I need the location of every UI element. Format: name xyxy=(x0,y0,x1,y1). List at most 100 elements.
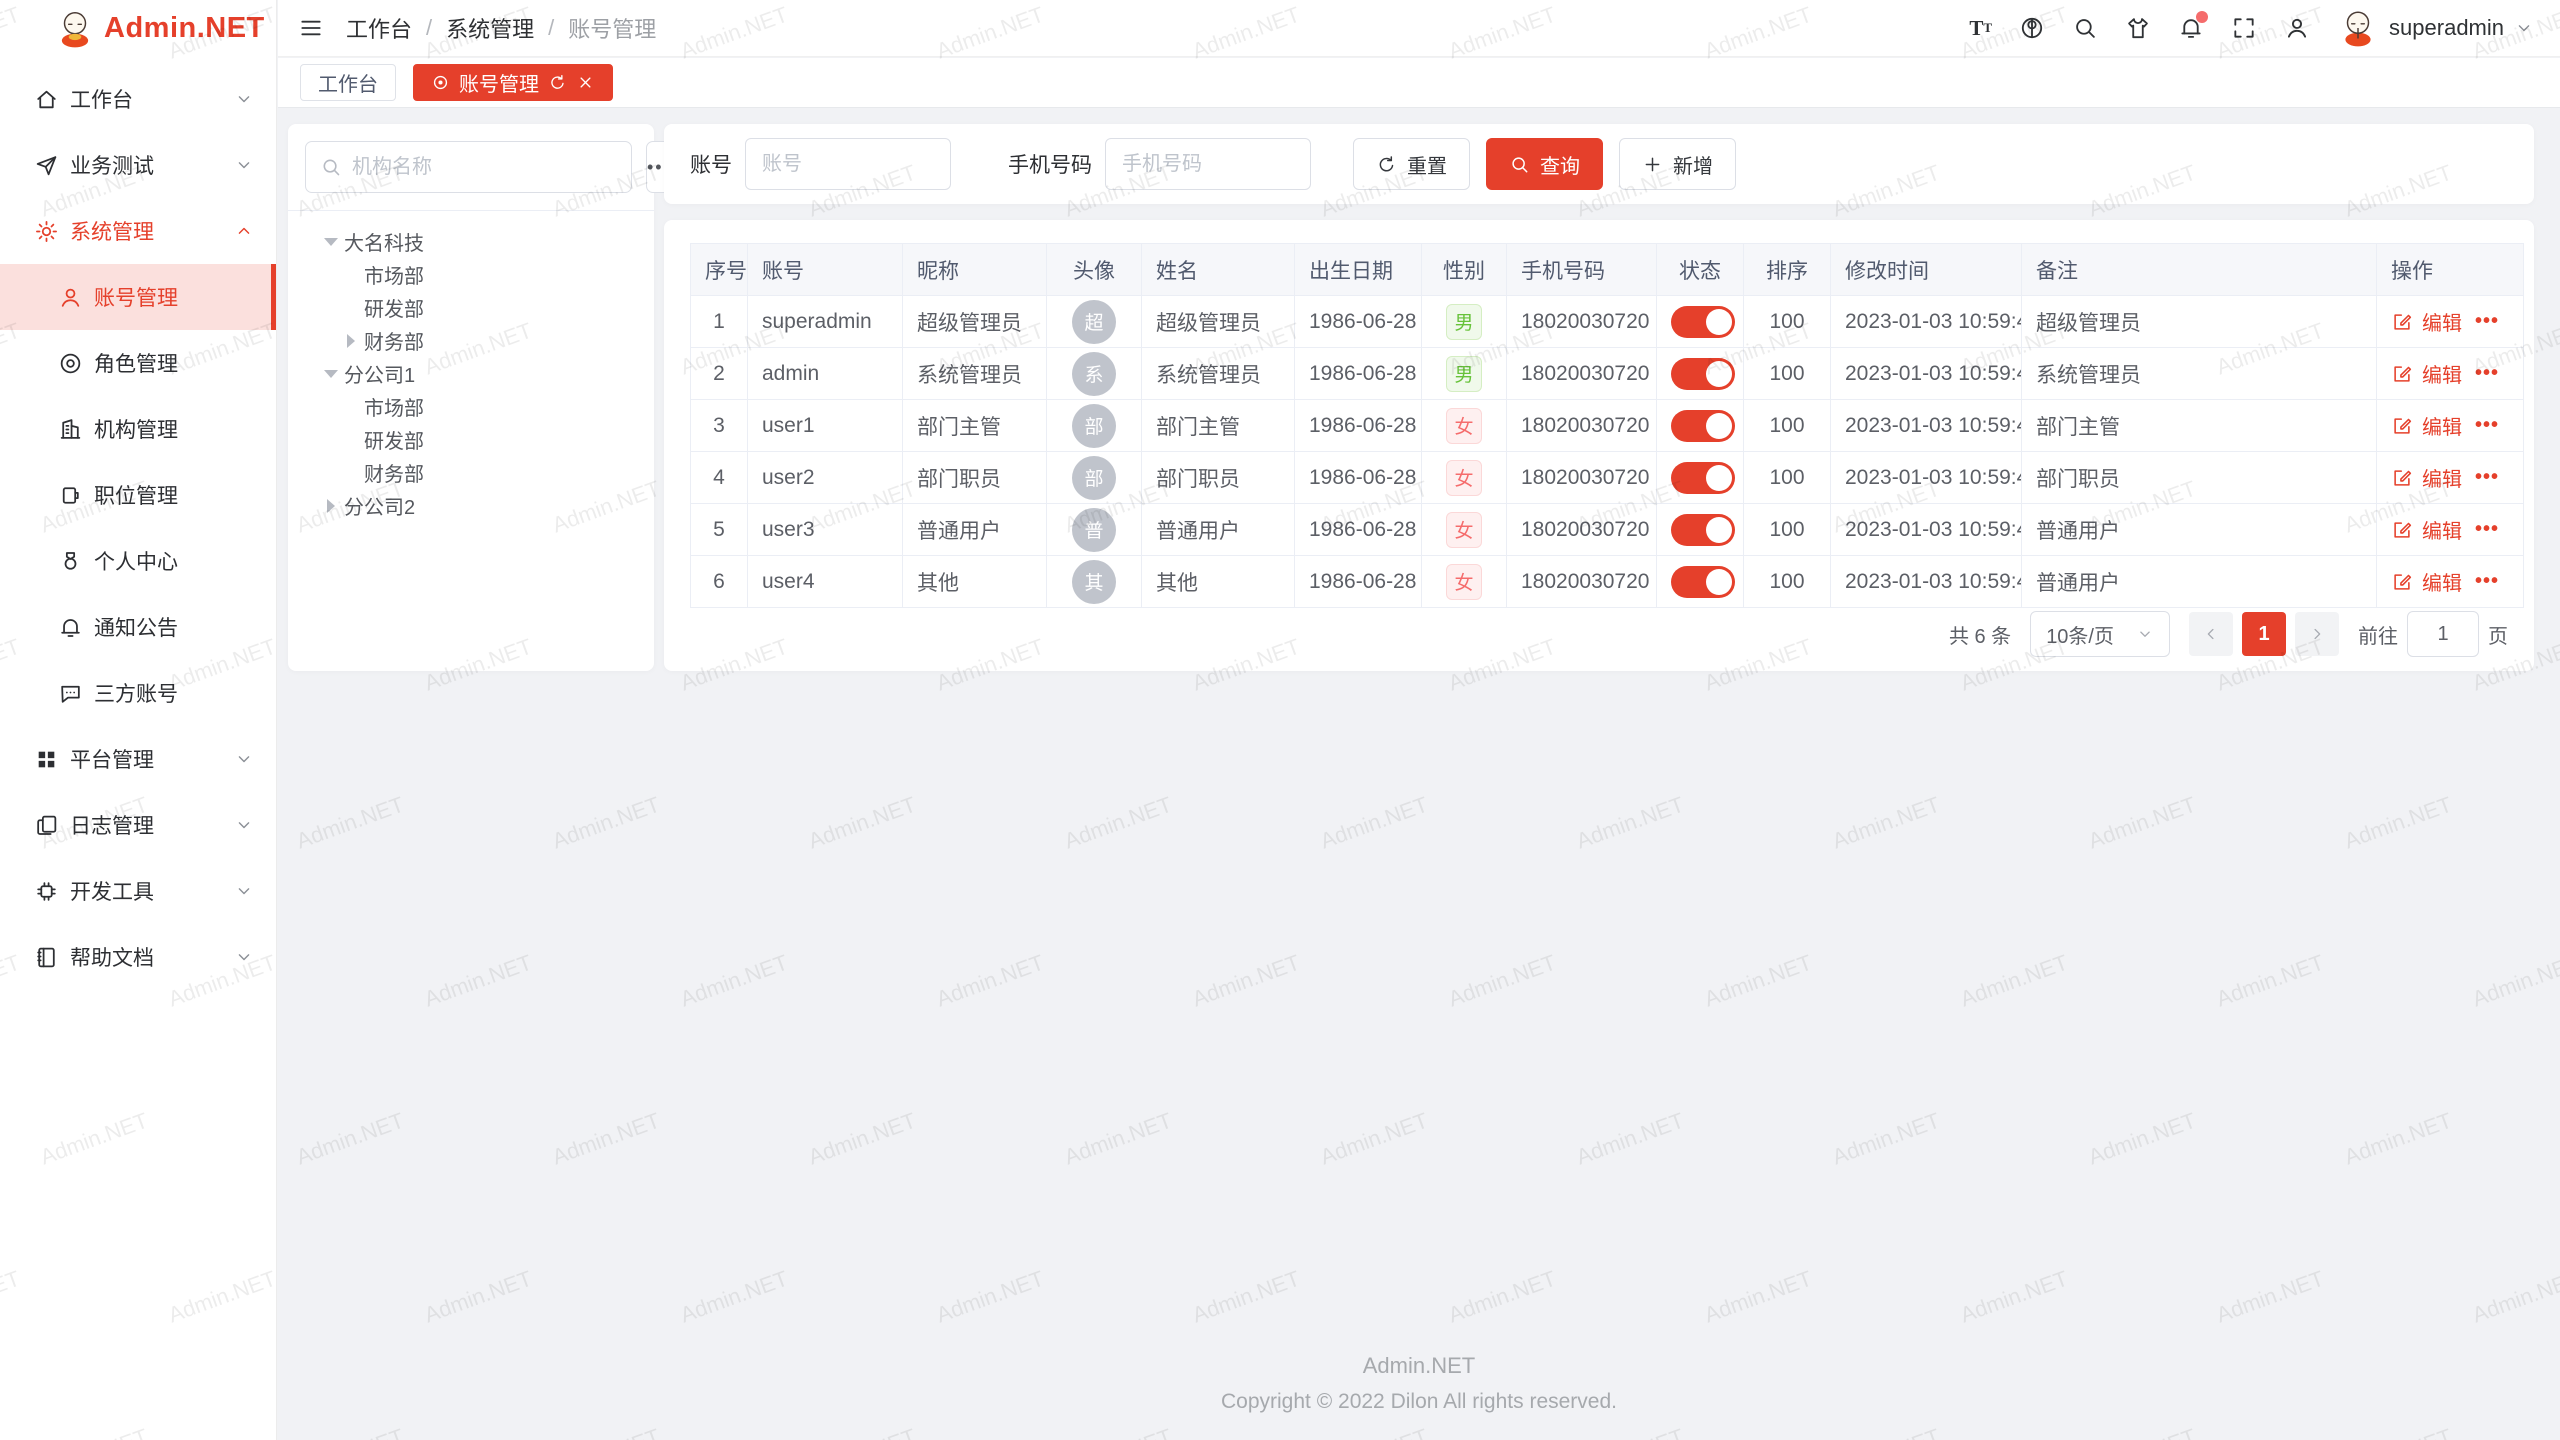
add-button[interactable]: 新增 xyxy=(1619,138,1736,190)
bell-icon xyxy=(58,615,83,640)
cell-index: 5 xyxy=(691,504,748,556)
sidebar-subitem-机构管理[interactable]: 机构管理 xyxy=(0,396,276,462)
edit-icon[interactable] xyxy=(2391,519,2413,541)
edit-icon[interactable] xyxy=(2391,415,2413,437)
tree-node-label: 研发部 xyxy=(364,425,424,454)
sidebar-subitem-个人中心[interactable]: 个人中心 xyxy=(0,528,276,594)
user-menu[interactable]: superadmin xyxy=(2337,7,2534,49)
edit-link[interactable]: 编辑 xyxy=(2422,463,2462,492)
tree-node-财务部[interactable]: 财务部 xyxy=(288,324,654,357)
caret-down-icon[interactable] xyxy=(318,361,344,387)
phone-input[interactable] xyxy=(1105,138,1311,190)
sidebar-item-平台管理[interactable]: 平台管理 xyxy=(0,726,276,792)
edit-link[interactable]: 编辑 xyxy=(2422,515,2462,544)
edit-link[interactable]: 编辑 xyxy=(2422,307,2462,336)
goto-label: 前往 xyxy=(2358,620,2398,649)
account-input[interactable] xyxy=(745,138,951,190)
fullscreen-icon[interactable] xyxy=(2231,15,2257,41)
sidebar-item-帮助文档[interactable]: 帮助文档 xyxy=(0,924,276,990)
cell-gender: 女 xyxy=(1422,556,1507,608)
org-search-input[interactable] xyxy=(352,156,617,179)
sidebar-item-日志管理[interactable]: 日志管理 xyxy=(0,792,276,858)
chevron-down-icon xyxy=(234,89,254,109)
notification-icon[interactable] xyxy=(2178,15,2204,41)
column-header-备注: 备注 xyxy=(2022,244,2377,296)
row-more-button[interactable]: ••• xyxy=(2475,518,2499,541)
tree-node-研发部[interactable]: 研发部 xyxy=(288,423,654,456)
account-label: 账号 xyxy=(690,149,732,179)
cell-remark: 部门主管 xyxy=(2022,400,2377,452)
tab-account-management[interactable]: 账号管理 xyxy=(413,64,613,101)
theme-icon[interactable] xyxy=(2125,15,2151,41)
sidebar-subitem-label: 三方账号 xyxy=(94,678,178,708)
home-icon xyxy=(34,87,59,112)
page-size-select[interactable]: 10条/页 xyxy=(2030,611,2170,657)
tree-node-市场部[interactable]: 市场部 xyxy=(288,258,654,291)
caret-placeholder xyxy=(338,460,364,486)
edit-icon[interactable] xyxy=(2391,363,2413,385)
tree-node-市场部[interactable]: 市场部 xyxy=(288,390,654,423)
status-toggle[interactable] xyxy=(1671,462,1735,494)
sidebar-item-label: 系统管理 xyxy=(70,216,154,246)
sidebar-subitem-通知公告[interactable]: 通知公告 xyxy=(0,594,276,660)
tree-node-分公司2[interactable]: 分公司2 xyxy=(288,489,654,522)
goto-page-input[interactable] xyxy=(2407,611,2479,657)
status-toggle[interactable] xyxy=(1671,566,1735,598)
sidebar-item-工作台[interactable]: 工作台 xyxy=(0,66,276,132)
tree-node-分公司1[interactable]: 分公司1 xyxy=(288,357,654,390)
caret-right-icon[interactable] xyxy=(338,328,364,354)
sidebar-subitem-三方账号[interactable]: 三方账号 xyxy=(0,660,276,726)
cell-sort: 100 xyxy=(1744,296,1831,348)
sidebar-item-业务测试[interactable]: 业务测试 xyxy=(0,132,276,198)
edit-link[interactable]: 编辑 xyxy=(2422,411,2462,440)
query-button[interactable]: 查询 xyxy=(1486,138,1603,190)
language-icon[interactable] xyxy=(2019,15,2045,41)
tree-node-大名科技[interactable]: 大名科技 xyxy=(288,225,654,258)
profile-icon[interactable] xyxy=(2284,15,2310,41)
edit-icon[interactable] xyxy=(2391,311,2413,333)
edit-icon[interactable] xyxy=(2391,467,2413,489)
sidebar-item-系统管理[interactable]: 系统管理 xyxy=(0,198,276,264)
breadcrumb-item[interactable]: 工作台 xyxy=(346,12,412,44)
cell-index: 2 xyxy=(691,348,748,400)
edit-link[interactable]: 编辑 xyxy=(2422,567,2462,596)
row-more-button[interactable]: ••• xyxy=(2475,414,2499,437)
breadcrumb-item[interactable]: 系统管理 xyxy=(446,12,534,44)
cell-operations: 编辑 ••• xyxy=(2377,556,2524,608)
prev-page-button[interactable] xyxy=(2189,612,2233,656)
page-number-current[interactable]: 1 xyxy=(2242,612,2286,656)
gender-tag: 女 xyxy=(1446,460,1482,496)
next-page-button[interactable] xyxy=(2295,612,2339,656)
row-more-button[interactable]: ••• xyxy=(2475,466,2499,489)
row-more-button[interactable]: ••• xyxy=(2475,570,2499,593)
edit-link[interactable]: 编辑 xyxy=(2422,359,2462,388)
menu-collapse-icon[interactable] xyxy=(298,15,324,41)
cell-gender: 女 xyxy=(1422,504,1507,556)
caret-right-icon[interactable] xyxy=(318,493,344,519)
row-more-button[interactable]: ••• xyxy=(2475,362,2499,385)
close-icon[interactable] xyxy=(576,73,595,92)
tab-workbench[interactable]: 工作台 xyxy=(300,64,396,101)
tree-node-研发部[interactable]: 研发部 xyxy=(288,291,654,324)
cell-sort: 100 xyxy=(1744,504,1831,556)
status-toggle[interactable] xyxy=(1671,514,1735,546)
notification-badge xyxy=(2196,11,2208,23)
sidebar-item-开发工具[interactable]: 开发工具 xyxy=(0,858,276,924)
docs-icon xyxy=(34,813,59,838)
sidebar-subitem-角色管理[interactable]: 角色管理 xyxy=(0,330,276,396)
tree-node-财务部[interactable]: 财务部 xyxy=(288,456,654,489)
refresh-icon[interactable] xyxy=(548,73,567,92)
font-size-icon[interactable]: TT xyxy=(1969,15,1992,41)
org-tree-toolbar: ••• xyxy=(288,124,654,210)
edit-icon[interactable] xyxy=(2391,571,2413,593)
reset-button[interactable]: 重置 xyxy=(1353,138,1470,190)
caret-down-icon[interactable] xyxy=(318,229,344,255)
sidebar-subitem-账号管理[interactable]: 账号管理 xyxy=(0,264,276,330)
tab-label: 工作台 xyxy=(318,68,378,97)
search-icon[interactable] xyxy=(2072,15,2098,41)
status-toggle[interactable] xyxy=(1671,410,1735,442)
row-more-button[interactable]: ••• xyxy=(2475,310,2499,333)
status-toggle[interactable] xyxy=(1671,306,1735,338)
status-toggle[interactable] xyxy=(1671,358,1735,390)
sidebar-subitem-职位管理[interactable]: 职位管理 xyxy=(0,462,276,528)
